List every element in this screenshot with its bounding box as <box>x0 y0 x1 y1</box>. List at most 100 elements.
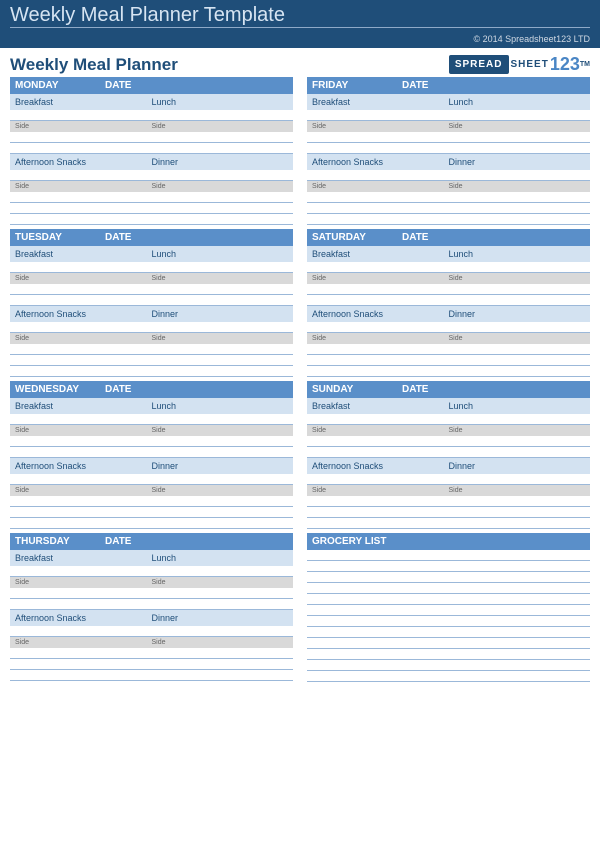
write-line[interactable] <box>10 295 293 306</box>
side-label: Side <box>312 427 449 434</box>
write-line[interactable] <box>307 414 590 425</box>
write-line[interactable] <box>10 355 293 366</box>
day-name: SATURDAY <box>312 232 402 243</box>
write-line[interactable] <box>10 436 293 447</box>
breakfast-label: Breakfast <box>15 553 152 563</box>
write-line[interactable] <box>307 507 590 518</box>
side-label: Side <box>449 275 586 282</box>
meal-row: BreakfastLunch <box>10 398 293 414</box>
side-row: SideSide <box>307 425 590 436</box>
dinner-label: Dinner <box>449 461 586 471</box>
write-line[interactable] <box>307 322 590 333</box>
write-line[interactable] <box>307 518 590 529</box>
write-line[interactable] <box>307 132 590 143</box>
write-line[interactable] <box>307 203 590 214</box>
snacks-label: Afternoon Snacks <box>312 309 449 319</box>
write-line[interactable] <box>10 284 293 295</box>
write-line[interactable] <box>307 262 590 273</box>
side-row: SideSide <box>307 273 590 284</box>
side-label: Side <box>312 335 449 342</box>
write-line[interactable] <box>10 344 293 355</box>
write-line[interactable] <box>307 344 590 355</box>
write-line[interactable] <box>307 436 590 447</box>
write-line[interactable] <box>307 170 590 181</box>
write-line[interactable] <box>307 447 590 458</box>
write-line[interactable] <box>10 414 293 425</box>
meal-row: Afternoon SnacksDinner <box>307 154 590 170</box>
grocery-line[interactable] <box>307 594 590 605</box>
write-line[interactable] <box>10 447 293 458</box>
day-block: TUESDAYDATEBreakfastLunchSideSideAfterno… <box>10 229 293 377</box>
write-line[interactable] <box>10 132 293 143</box>
write-line[interactable] <box>307 110 590 121</box>
side-label: Side <box>152 579 289 586</box>
day-block: SATURDAYDATEBreakfastLunchSideSideAftern… <box>307 229 590 377</box>
write-line[interactable] <box>307 474 590 485</box>
side-row: SideSide <box>10 485 293 496</box>
grocery-line[interactable] <box>307 627 590 638</box>
grocery-line[interactable] <box>307 660 590 671</box>
meal-row: BreakfastLunch <box>307 398 590 414</box>
write-line[interactable] <box>10 566 293 577</box>
write-line[interactable] <box>10 110 293 121</box>
grocery-line[interactable] <box>307 616 590 627</box>
write-line[interactable] <box>10 588 293 599</box>
write-line[interactable] <box>307 192 590 203</box>
write-line[interactable] <box>10 192 293 203</box>
side-row: SideSide <box>10 273 293 284</box>
grocery-line[interactable] <box>307 649 590 660</box>
write-line[interactable] <box>10 143 293 154</box>
write-line[interactable] <box>10 518 293 529</box>
write-line[interactable] <box>10 599 293 610</box>
snacks-label: Afternoon Snacks <box>312 157 449 167</box>
breakfast-label: Breakfast <box>15 97 152 107</box>
day-block: FRIDAYDATEBreakfastLunchSideSideAfternoo… <box>307 77 590 225</box>
snacks-label: Afternoon Snacks <box>15 613 152 623</box>
day-name: SUNDAY <box>312 384 402 395</box>
grocery-line[interactable] <box>307 638 590 649</box>
write-line[interactable] <box>307 366 590 377</box>
date-label: DATE <box>402 232 428 243</box>
write-line[interactable] <box>10 214 293 225</box>
day-header: SUNDAYDATE <box>307 381 590 398</box>
side-row: SideSide <box>307 121 590 132</box>
write-line[interactable] <box>10 203 293 214</box>
dinner-label: Dinner <box>152 613 289 623</box>
write-line[interactable] <box>10 170 293 181</box>
date-label: DATE <box>105 80 131 91</box>
snacks-label: Afternoon Snacks <box>15 461 152 471</box>
grocery-header: GROCERY LIST <box>307 533 590 550</box>
write-line[interactable] <box>10 670 293 681</box>
grocery-line[interactable] <box>307 572 590 583</box>
write-line[interactable] <box>10 262 293 273</box>
grocery-line[interactable] <box>307 671 590 682</box>
date-label: DATE <box>105 384 131 395</box>
write-line[interactable] <box>307 496 590 507</box>
write-line[interactable] <box>307 214 590 225</box>
write-line[interactable] <box>10 507 293 518</box>
lunch-label: Lunch <box>152 401 289 411</box>
write-line[interactable] <box>307 143 590 154</box>
side-label: Side <box>152 335 289 342</box>
side-label: Side <box>152 487 289 494</box>
write-line[interactable] <box>10 474 293 485</box>
grocery-line[interactable] <box>307 550 590 561</box>
write-line[interactable] <box>10 648 293 659</box>
grocery-line[interactable] <box>307 561 590 572</box>
side-label: Side <box>15 579 152 586</box>
grocery-line[interactable] <box>307 583 590 594</box>
write-line[interactable] <box>307 284 590 295</box>
side-label: Side <box>15 487 152 494</box>
write-line[interactable] <box>10 496 293 507</box>
write-line[interactable] <box>307 355 590 366</box>
side-label: Side <box>152 183 289 190</box>
write-line[interactable] <box>307 295 590 306</box>
write-line[interactable] <box>10 626 293 637</box>
breakfast-label: Breakfast <box>312 249 449 259</box>
grocery-line[interactable] <box>307 605 590 616</box>
write-line[interactable] <box>10 659 293 670</box>
side-row: SideSide <box>307 333 590 344</box>
write-line[interactable] <box>10 322 293 333</box>
side-label: Side <box>15 639 152 646</box>
write-line[interactable] <box>10 366 293 377</box>
